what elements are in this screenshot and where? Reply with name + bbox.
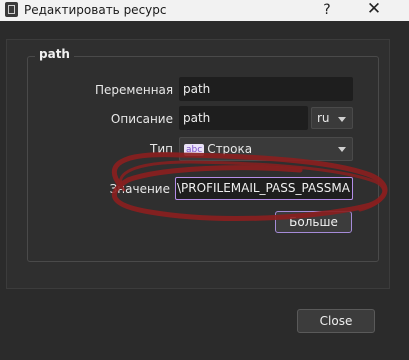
app-icon bbox=[5, 2, 18, 17]
more-button[interactable]: Больше bbox=[275, 211, 352, 233]
help-button[interactable]: ? bbox=[319, 0, 335, 21]
value-input-text: \PROFILEMAIL_PASS_PASSMA bbox=[177, 181, 350, 195]
chevron-down-icon bbox=[338, 117, 346, 122]
value-label: Значение bbox=[109, 182, 170, 196]
language-select[interactable]: ru bbox=[311, 107, 353, 129]
type-select-value: Строка bbox=[207, 142, 253, 156]
string-type-icon: abc bbox=[184, 144, 205, 156]
chevron-down-icon bbox=[338, 147, 346, 152]
description-input[interactable]: path bbox=[179, 106, 308, 130]
close-button[interactable]: Close bbox=[297, 309, 375, 333]
variable-label: Переменная bbox=[95, 83, 174, 97]
type-label: Тип bbox=[150, 142, 173, 156]
window-title: Редактировать ресурс bbox=[24, 3, 167, 17]
description-label: Описание bbox=[110, 112, 173, 126]
language-select-value: ru bbox=[317, 111, 330, 125]
title-bar: Редактировать ресурс ? ✕ bbox=[0, 0, 409, 21]
type-select[interactable]: abc Строка bbox=[179, 137, 353, 161]
group-title: path bbox=[35, 47, 74, 61]
close-window-icon[interactable]: ✕ bbox=[362, 0, 386, 21]
variable-input[interactable]: path bbox=[179, 77, 353, 101]
value-input[interactable]: \PROFILEMAIL_PASS_PASSMA bbox=[175, 177, 353, 200]
